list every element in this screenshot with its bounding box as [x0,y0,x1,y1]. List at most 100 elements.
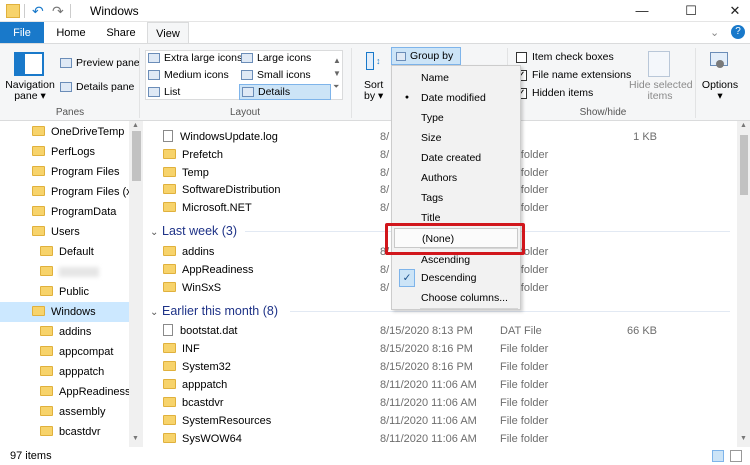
sort-by-label-2: by ▾ [364,90,384,102]
nav-item[interactable]: Program Files [0,162,129,182]
nav-item[interactable]: ProgramData [0,202,129,222]
help-icon[interactable]: ? [731,25,745,39]
file-row[interactable]: apppatch 8/11/2020 11:06 AM File folder [145,376,737,394]
menu-item-date-created[interactable]: Date created [392,148,520,168]
menu-item-choose-columns[interactable]: Choose columns... [392,288,520,308]
nav-item[interactable]: PerfLogs [0,142,129,162]
file-name: Temp [182,167,209,179]
window-title: Windows [90,4,139,18]
file-row[interactable]: bcastdvr 8/11/2020 11:06 AM File folder [145,394,737,412]
list-scroll-down-icon[interactable]: ▼ [740,435,747,442]
maximize-button[interactable]: ☐ [668,0,714,22]
list-scrollbar-thumb[interactable] [740,135,748,195]
nav-item[interactable]: Windows [0,302,129,322]
folder-icon [32,146,45,157]
collapse-ribbon-icon[interactable]: ⌄ [710,26,719,39]
options-label-2: ▾ [717,90,723,102]
file-type: File folder [500,361,549,373]
sort-by-button[interactable]: Sort by ▾ [364,80,383,102]
group-header[interactable]: ⌄ Last week (3) [150,221,237,241]
file-row[interactable]: bootstat.dat 8/15/2020 8:13 PM DAT File 66 … [145,322,737,340]
undo-icon[interactable]: ↶ [32,4,46,18]
hidden-items-toggle[interactable]: ✓ Hidden items [516,87,593,99]
nav-item[interactable]: apppatch [0,362,129,382]
details-view-icon[interactable] [712,450,724,462]
item-count: 97 items [10,450,52,462]
preview-pane-button[interactable]: Preview pane [60,57,140,69]
nav-item[interactable]: Public [0,282,129,302]
tab-file[interactable]: File [0,22,44,44]
file-row[interactable]: System32 8/15/2020 8:16 PM File folder [145,358,737,376]
redo-icon[interactable]: ↷ [52,4,66,18]
checkbox[interactable] [516,51,527,63]
layout-scroll-icon[interactable]: ▲ ▼ ⏷ [333,54,341,93]
nav-item[interactable]: bcastdvr [0,422,129,442]
tab-view[interactable]: View [147,22,189,44]
menu-item-descending[interactable]: ✓ Descending [392,268,520,288]
hidden-items-label: Hidden items [532,87,594,99]
date-modified: 8/15/2020 8:13 PM [380,325,473,337]
large-icons-view-icon[interactable] [730,450,742,462]
close-button[interactable]: ✕ [712,0,750,22]
list-scroll-up-icon[interactable]: ▲ [740,122,747,129]
minimize-button[interactable]: — [619,0,665,22]
nav-scrollbar-thumb[interactable] [132,131,141,181]
nav-item[interactable]: addins [0,322,129,342]
chevron-down-icon[interactable]: ⌄ [150,223,162,243]
folder-icon [163,433,176,444]
file-name-extensions-toggle[interactable]: ✓ File name extensions [516,69,631,81]
folder-icon [163,361,176,372]
details-pane-button[interactable]: Details pane [60,81,134,93]
layout-medium-icons[interactable]: Medium icons [148,69,229,81]
file-type: File folder [500,379,549,391]
nav-scroll-down-icon[interactable]: ▼ [132,435,139,442]
file-row[interactable]: SysWOW64 8/11/2020 11:06 AM File folder [145,430,737,447]
file-row[interactable]: SystemResources 8/11/2020 11:06 AM File fo… [145,412,737,430]
nav-item[interactable] [0,262,129,282]
title-bar: ↶ ↷ Windows — ☐ ✕ [0,0,750,22]
group-header[interactable]: ⌄ Earlier this month (8) [150,301,278,321]
hide-selected-icon [648,51,670,77]
layout-label: Details [258,86,291,98]
menu-item-date-modified[interactable]: ● Date modified [392,88,520,108]
navigation-pane-button[interactable]: Navigation pane ▾ [5,80,55,102]
nav-item[interactable]: assembly [0,402,129,422]
folder-icon [163,397,176,408]
options-button[interactable]: Options ▾ [700,80,740,102]
menu-item-size[interactable]: Size [392,128,520,148]
tab-home[interactable]: Home [47,22,95,44]
group-by-button[interactable]: Group by ▾ [391,47,461,78]
layout-details[interactable]: Details [239,84,331,100]
nav-item[interactable]: Default [0,242,129,262]
date-modified: 8/ [380,282,390,294]
file-name: bootstat.dat [180,325,238,337]
layout-list[interactable]: List [148,86,180,98]
nav-item[interactable]: OneDriveTemp [0,122,129,142]
layout-extra-large-icons[interactable]: Extra large icons [148,52,242,64]
nav-scroll-up-icon[interactable]: ▲ [132,122,139,129]
preview-pane-icon [60,58,72,69]
file-row[interactable]: INF 8/15/2020 8:16 PM File folder [145,340,737,358]
nav-item-label: bcastdvr [59,426,101,438]
menu-item-label: Choose columns... [421,292,508,304]
nav-item[interactable]: AppReadiness [0,382,131,402]
item-check-boxes-toggle[interactable]: Item check boxes [516,51,614,63]
nav-item[interactable]: Users [0,222,129,242]
nav-item-label: Windows [51,306,96,318]
divider [24,4,25,18]
menu-item-authors[interactable]: Authors [392,168,520,188]
file-name-cell: SysWOW64 [163,430,242,447]
file-name: Prefetch [182,149,223,161]
layout-large-icons[interactable]: Large icons [241,52,311,64]
hide-selected-button[interactable]: Hide selected items [629,80,693,102]
nav-item[interactable]: appcompat [0,342,129,362]
chevron-down-icon[interactable]: ⌄ [150,303,162,323]
menu-item-tags[interactable]: Tags [392,188,520,208]
file-name: apppatch [182,379,228,391]
tab-share[interactable]: Share [98,22,144,44]
menu-item-name[interactable]: Name [392,68,520,88]
file-type: File folder [500,397,549,409]
layout-small-icons[interactable]: Small icons [241,69,311,81]
menu-item-type[interactable]: Type [392,108,520,128]
nav-item[interactable]: Program Files (x86) [0,182,143,202]
